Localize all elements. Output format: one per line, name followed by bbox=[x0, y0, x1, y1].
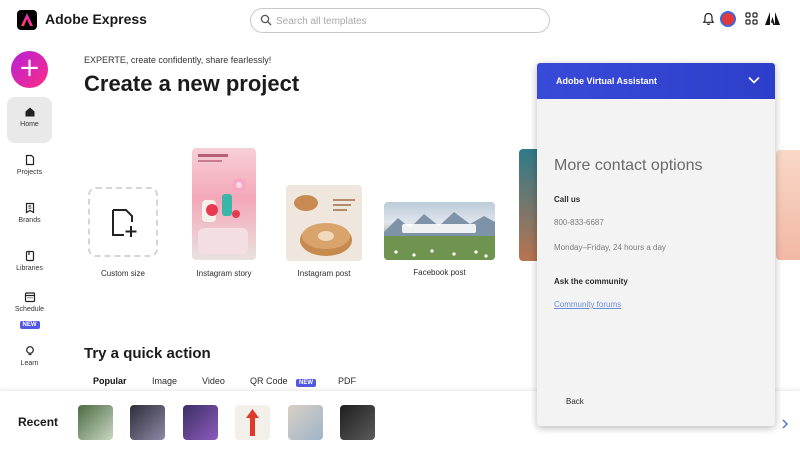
library-icon bbox=[25, 250, 34, 262]
community-label: Ask the community bbox=[554, 277, 628, 286]
new-badge: NEW bbox=[296, 379, 317, 387]
sidebar-item-brands[interactable]: B Brands bbox=[7, 193, 52, 239]
call-label: Call us bbox=[554, 195, 581, 204]
instagram-story-thumbnail bbox=[192, 148, 256, 260]
app-title: Adobe Express bbox=[45, 11, 147, 27]
bell-icon[interactable] bbox=[702, 12, 715, 26]
facebook-post-card[interactable]: Facebook post bbox=[384, 202, 495, 279]
svg-text:B: B bbox=[28, 205, 32, 211]
sidebar-item-schedule[interactable]: Schedule NEW bbox=[7, 282, 52, 332]
create-new-button[interactable]: + bbox=[11, 51, 48, 88]
sidebar-item-label: Home bbox=[20, 121, 39, 128]
recent-title: Recent bbox=[18, 415, 59, 429]
recent-item[interactable] bbox=[288, 405, 323, 440]
tab-label: QR Code bbox=[250, 376, 288, 386]
assistant-header[interactable]: Adobe Virtual Assistant bbox=[537, 63, 775, 99]
contact-heading: More contact options bbox=[554, 157, 703, 174]
search-icon bbox=[260, 14, 272, 26]
recent-item[interactable] bbox=[130, 405, 165, 440]
recent-item[interactable] bbox=[183, 405, 218, 440]
facebook-post-thumbnail bbox=[384, 202, 495, 260]
sidebar-item-learn[interactable]: Learn bbox=[7, 336, 52, 382]
tab-popular[interactable]: Popular bbox=[93, 376, 127, 386]
sidebar-item-label: Projects bbox=[16, 169, 43, 176]
custom-size-card[interactable]: Custom size bbox=[88, 187, 158, 279]
search-input[interactable] bbox=[276, 13, 536, 29]
new-badge: NEW bbox=[19, 321, 40, 329]
tab-pdf[interactable]: PDF bbox=[338, 376, 356, 386]
tab-image[interactable]: Image bbox=[152, 376, 177, 386]
apps-grid-icon[interactable] bbox=[745, 12, 758, 25]
phone-number: 800-833-6687 bbox=[554, 218, 604, 227]
brand-icon: B bbox=[25, 202, 34, 214]
custom-size-box bbox=[88, 187, 158, 257]
assistant-title: Adobe Virtual Assistant bbox=[556, 76, 658, 86]
sidebar-item-projects[interactable]: Projects bbox=[7, 145, 52, 191]
sidebar-item-label: Schedule bbox=[14, 306, 45, 313]
recent-item[interactable] bbox=[340, 405, 375, 440]
recent-item[interactable] bbox=[78, 405, 113, 440]
new-file-icon bbox=[112, 209, 137, 237]
chevron-down-icon[interactable] bbox=[747, 74, 761, 86]
sidebar-item-label: Libraries bbox=[16, 265, 43, 272]
plus-icon: + bbox=[18, 53, 41, 83]
sidebar-item-home[interactable]: Home bbox=[7, 97, 52, 143]
tab-video[interactable]: Video bbox=[202, 376, 225, 386]
avatar[interactable] bbox=[720, 11, 736, 27]
search-bar[interactable] bbox=[250, 8, 550, 33]
virtual-assistant-panel: Adobe Virtual Assistant More contact opt… bbox=[537, 63, 775, 426]
instagram-story-card[interactable]: Instagram story bbox=[192, 148, 256, 279]
calendar-icon bbox=[24, 292, 35, 303]
sidebar-item-label: Brands bbox=[18, 217, 41, 224]
card-label: Custom size bbox=[100, 269, 145, 278]
instagram-post-thumbnail bbox=[286, 185, 362, 261]
chevron-right-icon[interactable] bbox=[781, 419, 789, 429]
instagram-post-card[interactable]: Instagram post bbox=[286, 185, 362, 279]
tab-qr-code[interactable]: QR Code NEW bbox=[250, 376, 317, 387]
recent-item[interactable] bbox=[235, 405, 270, 440]
page-title: Create a new project bbox=[84, 71, 300, 96]
adobe-express-logo-icon[interactable] bbox=[17, 10, 37, 30]
back-button[interactable]: Back bbox=[566, 397, 584, 406]
sidebar-item-libraries[interactable]: Libraries bbox=[7, 241, 52, 287]
file-icon bbox=[25, 154, 34, 166]
card-label: Instagram post bbox=[297, 269, 351, 278]
top-bar: Adobe Express bbox=[0, 0, 800, 42]
community-forums-link[interactable]: Community forums bbox=[554, 300, 621, 309]
home-icon bbox=[25, 107, 34, 117]
support-hours: Monday–Friday, 24 hours a day bbox=[554, 243, 666, 252]
quick-action-title: Try a quick action bbox=[84, 345, 211, 362]
adobe-logo-icon[interactable] bbox=[765, 12, 780, 25]
greeting-text: EXPERTE, create confidently, share fearl… bbox=[84, 55, 272, 65]
sidebar-item-label: Learn bbox=[20, 360, 39, 367]
card-label: Facebook post bbox=[413, 268, 466, 277]
app-window: Adobe Express + bbox=[0, 0, 800, 450]
lightbulb-icon bbox=[25, 346, 34, 356]
template-thumbnail[interactable] bbox=[776, 150, 800, 260]
card-label: Instagram story bbox=[196, 269, 252, 278]
